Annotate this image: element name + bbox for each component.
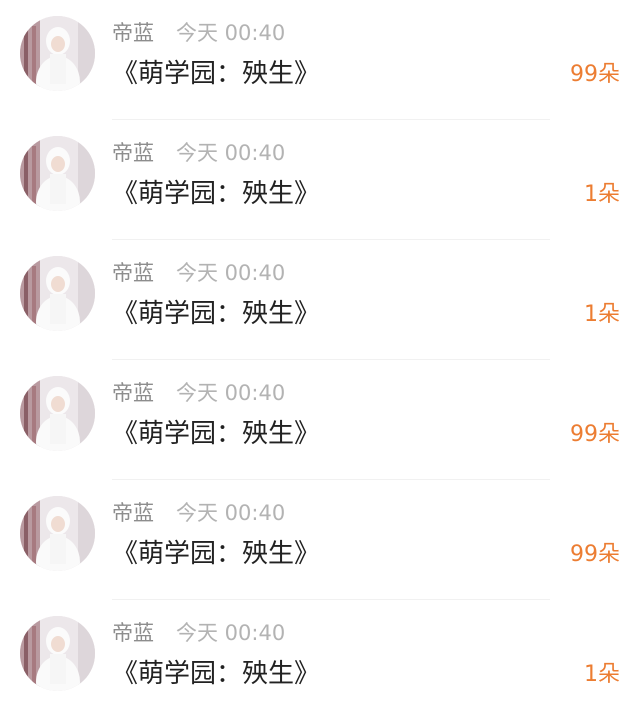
message-title[interactable]: 《萌学园：殃生》: [112, 295, 320, 333]
timestamp: 今天 00:40: [176, 501, 286, 525]
gift-count: 1朵: [584, 182, 620, 207]
user-avatar-icon: [20, 256, 95, 331]
user-avatar-icon: [20, 496, 95, 571]
message-title[interactable]: 《萌学园：殃生》: [112, 535, 320, 573]
avatar[interactable]: [20, 616, 95, 691]
list-item[interactable]: 帝蓝 今天 00:40 《萌学园：殃生》 99朵: [0, 360, 640, 480]
list-item[interactable]: 帝蓝 今天 00:40 《萌学园：殃生》 1朵: [0, 600, 640, 720]
timestamp: 今天 00:40: [176, 621, 286, 645]
message-title[interactable]: 《萌学园：殃生》: [112, 415, 320, 453]
sender-name: 帝蓝: [112, 621, 154, 645]
message-title[interactable]: 《萌学园：殃生》: [112, 655, 320, 693]
sender-name: 帝蓝: [112, 21, 154, 45]
message-title[interactable]: 《萌学园：殃生》: [112, 175, 320, 213]
gift-count: 99朵: [570, 422, 620, 447]
avatar[interactable]: [20, 376, 95, 451]
list-item[interactable]: 帝蓝 今天 00:40 《萌学园：殃生》 1朵: [0, 240, 640, 360]
user-avatar-icon: [20, 136, 95, 211]
sender-name: 帝蓝: [112, 141, 154, 165]
user-avatar-icon: [20, 16, 95, 91]
sender-name: 帝蓝: [112, 261, 154, 285]
timestamp: 今天 00:40: [176, 261, 286, 285]
gift-count: 99朵: [570, 62, 620, 87]
user-avatar-icon: [20, 616, 95, 691]
gift-count: 99朵: [570, 542, 620, 567]
gift-count: 1朵: [584, 662, 620, 687]
timestamp: 今天 00:40: [176, 381, 286, 405]
timestamp: 今天 00:40: [176, 21, 286, 45]
avatar[interactable]: [20, 136, 95, 211]
sender-name: 帝蓝: [112, 381, 154, 405]
avatar[interactable]: [20, 256, 95, 331]
sender-name: 帝蓝: [112, 501, 154, 525]
user-avatar-icon: [20, 376, 95, 451]
gift-count: 1朵: [584, 302, 620, 327]
list-item[interactable]: 帝蓝 今天 00:40 《萌学园：殃生》 99朵: [0, 0, 640, 120]
timestamp: 今天 00:40: [176, 141, 286, 165]
list-item[interactable]: 帝蓝 今天 00:40 《萌学园：殃生》 1朵: [0, 120, 640, 240]
avatar[interactable]: [20, 16, 95, 91]
message-title[interactable]: 《萌学园：殃生》: [112, 55, 320, 93]
message-list: 帝蓝 今天 00:40 《萌学园：殃生》 99朵 帝蓝 今天 00:40 《萌学…: [0, 0, 640, 706]
list-item[interactable]: 帝蓝 今天 00:40 《萌学园：殃生》 99朵: [0, 480, 640, 600]
avatar[interactable]: [20, 496, 95, 571]
